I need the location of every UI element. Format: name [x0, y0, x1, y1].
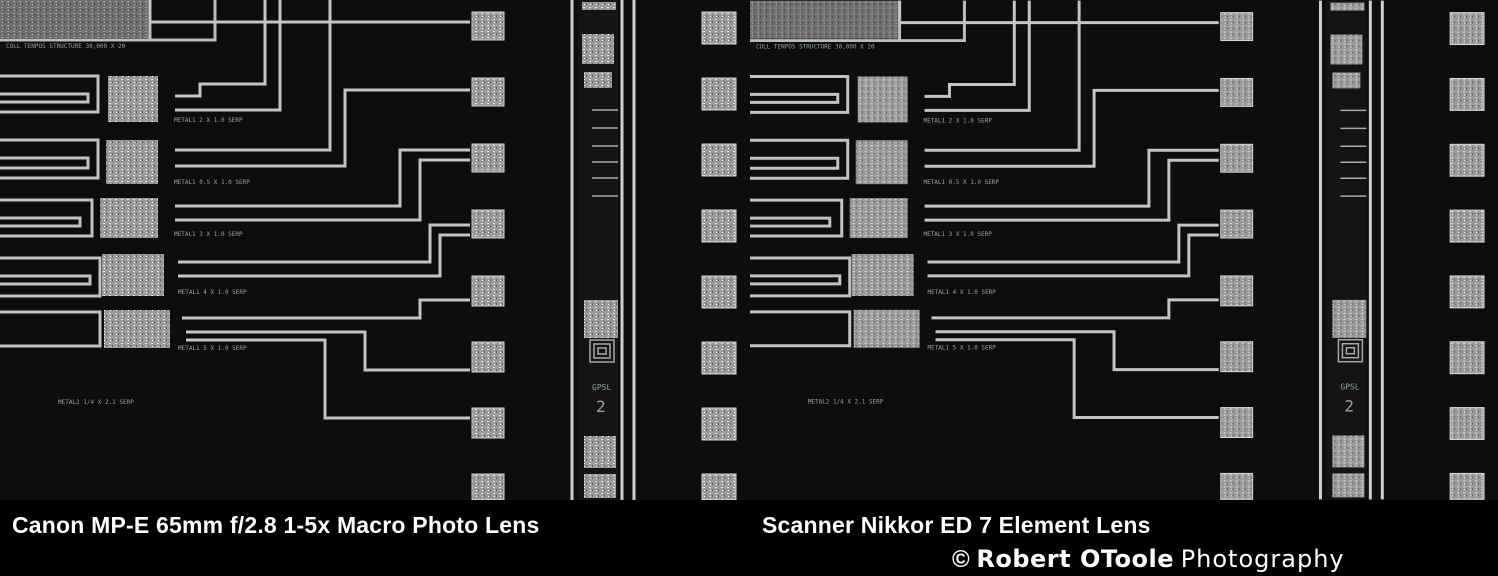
svg-text:METAL1 3 X 1.0 SERP: METAL1 3 X 1.0 SERP: [174, 231, 243, 238]
left-photo: COLL TENPOS STRUCTURE 30,000 X 20 METAL1…: [0, 0, 750, 500]
right-photo: [750, 0, 1498, 500]
svg-text:COLL TENPOS STRUCTURE 30,000 X: COLL TENPOS STRUCTURE 30,000 X 20: [6, 43, 126, 50]
svg-text:METAL2 1/4 X 2.1 SERP: METAL2 1/4 X 2.1 SERP: [58, 399, 134, 406]
studio-label: Photography: [1180, 545, 1345, 573]
left-caption: Canon MP-E 65mm f/2.8 1-5x Macro Photo L…: [12, 512, 540, 538]
svg-text:METAL1 5 X 1.0 SERP: METAL1 5 X 1.0 SERP: [178, 345, 247, 352]
left-chip-image: COLL TENPOS STRUCTURE 30,000 X 20 METAL1…: [0, 0, 737, 500]
copyright-watermark: © Robert OToole Photography: [952, 545, 1345, 574]
svg-text:METAL1 2 X 1.0 SERP: METAL1 2 X 1.0 SERP: [174, 117, 243, 124]
photographer-name: Robert OToole: [976, 545, 1175, 573]
svg-text:GPSL: GPSL: [592, 383, 611, 392]
copyright-symbol: ©: [952, 546, 970, 573]
svg-text:METAL1 0.5 X 1.0 SERP: METAL1 0.5 X 1.0 SERP: [174, 179, 250, 186]
svg-text:METAL1 4 X 1.0 SERP: METAL1 4 X 1.0 SERP: [178, 289, 247, 296]
right-caption: Scanner Nikkor ED 7 Element Lens: [762, 512, 1151, 538]
svg-text:2: 2: [596, 397, 606, 416]
right-chip-image: [750, 0, 1486, 500]
